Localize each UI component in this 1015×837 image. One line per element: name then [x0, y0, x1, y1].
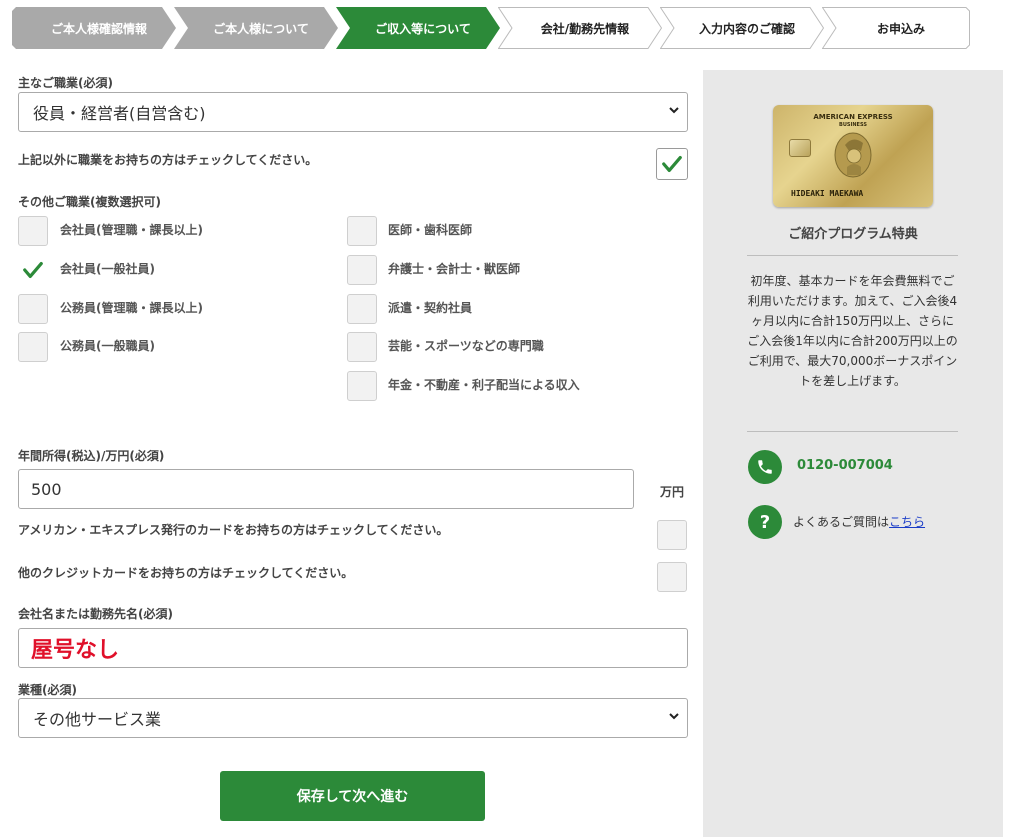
occupation-option-label: 芸能・スポーツなどの専門職 — [388, 339, 544, 353]
step-1: ご本人様確認情報 — [12, 7, 176, 49]
divider — [747, 255, 958, 256]
amex-card-check-text: アメリカン・エキスプレス発行のカードをお持ちの方はチェックしてください。 — [18, 523, 449, 537]
industry-select[interactable]: その他サービス業 — [18, 698, 688, 738]
phone-number[interactable]: 0120-007004 — [797, 458, 893, 473]
card-brand: AMERICAN EXPRESS BUSINESS — [773, 113, 933, 129]
occupation-option-label: 弁護士・会計士・獣医師 — [388, 262, 521, 276]
progress-steps: ご本人様確認情報 ご本人様について ご収入等について 会社/勤務先情報 入力内容… — [12, 7, 972, 50]
check-icon — [23, 261, 43, 279]
question-icon: ? — [748, 505, 782, 539]
industry-value: その他サービス業 — [33, 710, 162, 729]
occupation-value: 役員・経営者(自営含む) — [33, 104, 206, 123]
step-2: ご本人様について — [174, 7, 338, 49]
company-input[interactable]: 屋号なし — [18, 628, 688, 668]
occupation-option-label: 派遣・契約社員 — [388, 301, 473, 315]
step-4: 会社/勤務先情報 — [498, 7, 662, 49]
occupation-option-label: 会社員(管理職・課長以上) — [60, 223, 203, 237]
other-card-check-text: 他のクレジットカードをお持ちの方はチェックしてください。 — [18, 566, 354, 580]
phone-glyph — [758, 460, 772, 474]
industry-label: 業種(必須) — [18, 683, 77, 697]
occupation-option-label: 会社員(一般社員) — [60, 262, 155, 276]
chevron-down-icon — [669, 713, 679, 720]
amex-card-image: AMERICAN EXPRESS BUSINESS HIDEAKI MAEKAW… — [773, 105, 933, 207]
income-input[interactable]: 500 — [18, 469, 634, 509]
step-label: 入力内容のご確認 — [698, 21, 795, 36]
occupation-option-checkbox[interactable] — [18, 294, 48, 324]
step-5: 入力内容のご確認 — [660, 7, 824, 49]
step-3: ご収入等について — [336, 7, 500, 49]
phone-icon — [748, 450, 782, 484]
faq-link[interactable]: こちら — [889, 515, 925, 529]
step-6: お申込み — [822, 7, 970, 49]
program-description: 初年度、基本カードを年会費無料でご利用いただけます。加えて、ご入会後4ヶ月以内に… — [747, 274, 958, 388]
step-label: ご本人様確認情報 — [50, 21, 147, 36]
occupation-option-checkbox[interactable] — [18, 216, 48, 246]
faq-prefix: よくあるご質問は — [793, 515, 890, 529]
program-title: ご紹介プログラム特典 — [788, 227, 918, 242]
occupation-option-checkbox[interactable] — [347, 255, 377, 285]
occupation-select[interactable]: 役員・経営者(自営含む) — [18, 92, 688, 132]
card-brand-line2: BUSINESS — [839, 122, 867, 128]
occupation-option-checkbox[interactable] — [18, 332, 48, 362]
occupation-label: 主なご職業(必須) — [18, 76, 113, 90]
other-occupation-checkbox[interactable] — [656, 148, 688, 180]
check-icon — [662, 155, 682, 173]
income-unit: 万円 — [660, 485, 685, 499]
card-chip — [789, 139, 811, 157]
occupation-option-label: 年金・不動産・利子配当による収入 — [388, 378, 580, 392]
step-label: ご本人様について — [213, 21, 309, 36]
occupation-option-checkbox[interactable] — [18, 255, 48, 285]
sidebar: AMERICAN EXPRESS BUSINESS HIDEAKI MAEKAW… — [703, 70, 1003, 837]
step-label: ご収入等について — [375, 21, 471, 36]
occupation-option-label: 公務員(管理職・課長以上) — [60, 301, 203, 315]
occupation-option-checkbox[interactable] — [347, 294, 377, 324]
income-value: 500 — [31, 479, 62, 499]
card-holder-name: HIDEAKI MAEKAWA — [791, 189, 864, 198]
occupation-option-checkbox[interactable] — [347, 216, 377, 246]
step-label: お申込み — [876, 21, 925, 36]
occupation-option-checkbox[interactable] — [347, 332, 377, 362]
chevron-down-icon — [669, 107, 679, 114]
occupation-option-checkbox[interactable] — [347, 371, 377, 401]
company-label: 会社名または勤務先名(必須) — [18, 607, 173, 621]
card-brand-line1: AMERICAN EXPRESS — [813, 113, 893, 121]
company-value: 屋号なし — [31, 638, 120, 663]
centurion-icon — [834, 132, 872, 178]
other-occupations-label: その他ご職業(複数選択可) — [18, 195, 161, 209]
faq-text: よくあるご質問はこちら — [793, 513, 925, 530]
other-occupation-check-text: 上記以外に職業をお持ちの方はチェックしてください。 — [18, 153, 318, 167]
other-card-checkbox[interactable] — [657, 562, 687, 592]
step-label: 会社/勤務先情報 — [540, 21, 630, 36]
save-next-button[interactable]: 保存して次へ進む — [220, 771, 485, 821]
income-label: 年間所得(税込)/万円(必須) — [18, 449, 165, 463]
occupation-option-label: 公務員(一般職員) — [60, 339, 155, 353]
divider — [747, 431, 958, 432]
amex-card-checkbox[interactable] — [657, 520, 687, 550]
occupation-option-label: 医師・歯科医師 — [388, 223, 473, 237]
